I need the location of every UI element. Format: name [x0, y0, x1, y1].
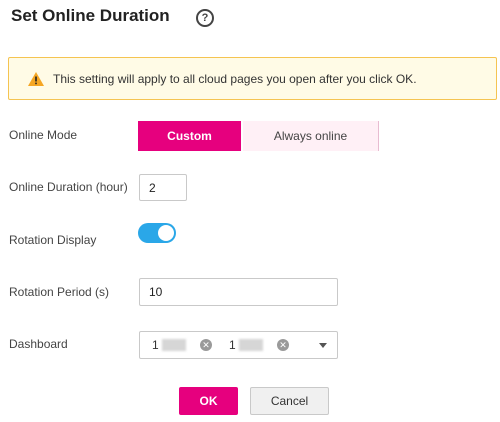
online-duration-label: Online Duration (hour) — [9, 180, 128, 194]
online-mode-option-custom[interactable]: Custom — [138, 121, 241, 151]
online-mode-option-always-online[interactable]: Always online — [243, 121, 379, 151]
notice-text: This setting will apply to all cloud pag… — [53, 71, 417, 86]
question-circle-icon[interactable]: ? — [196, 9, 214, 27]
cancel-button[interactable]: Cancel — [250, 387, 329, 415]
rotation-period-label: Rotation Period (s) — [9, 285, 110, 299]
ok-button[interactable]: OK — [179, 387, 238, 415]
online-duration-value: 2 — [149, 180, 156, 195]
redacted-text — [239, 339, 263, 351]
caret-down-icon[interactable] — [319, 343, 327, 348]
online-mode-label: Online Mode — [9, 128, 78, 142]
notice-banner: This setting will apply to all cloud pag… — [8, 57, 497, 100]
tag-close-icon[interactable]: ✕ — [277, 339, 289, 351]
dashboard-tag-text: 1 — [229, 338, 236, 352]
rotation-display-toggle[interactable] — [138, 223, 176, 243]
rotation-display-label: Rotation Display — [9, 233, 97, 247]
dashboard-label: Dashboard — [9, 337, 68, 351]
tag-close-icon[interactable]: ✕ — [200, 339, 212, 351]
warning-triangle-icon — [28, 71, 44, 86]
dashboard-select[interactable]: 1 ✕ 1 ✕ — [139, 331, 338, 359]
rotation-period-value: 10 — [149, 285, 163, 299]
online-mode-segmented: Custom Always online — [138, 121, 379, 151]
online-duration-input[interactable]: 2 — [139, 174, 187, 201]
redacted-text — [162, 339, 186, 351]
toggle-knob — [158, 225, 174, 241]
dialog-title: Set Online Duration — [11, 6, 170, 25]
rotation-period-input[interactable]: 10 — [139, 278, 338, 306]
dashboard-tag: 1 ✕ — [152, 335, 212, 355]
dashboard-tag-text: 1 — [152, 338, 159, 352]
dashboard-tag: 1 ✕ — [229, 335, 289, 355]
